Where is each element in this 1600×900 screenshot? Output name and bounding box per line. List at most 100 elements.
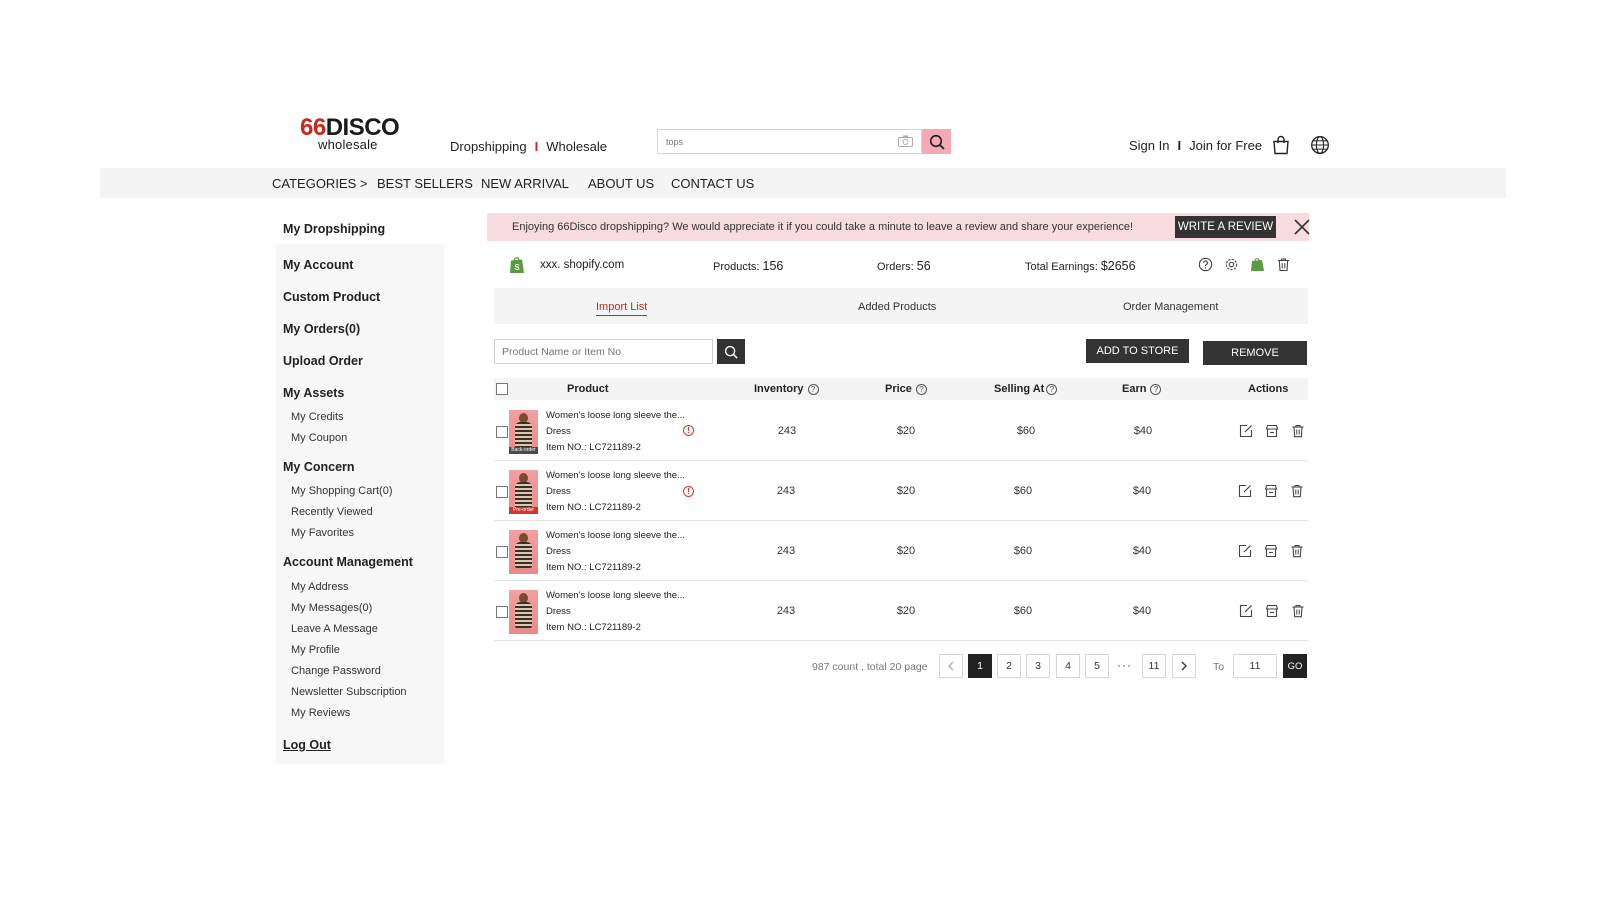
join-link[interactable]: Join for Free <box>1189 138 1262 153</box>
next-page-button[interactable] <box>1172 654 1196 678</box>
product-search-input[interactable] <box>495 340 712 363</box>
sidebar-header: My Dropshipping <box>276 210 444 240</box>
sidebar-my-messages[interactable]: My Messages(0) <box>291 602 372 614</box>
shopify-store-icon[interactable] <box>1250 257 1265 272</box>
trash-icon[interactable] <box>1290 484 1304 498</box>
push-to-store-icon[interactable] <box>1265 604 1279 618</box>
row-checkbox[interactable] <box>496 606 508 618</box>
product-search-button[interactable] <box>717 339 745 364</box>
earn-help-icon[interactable]: ? <box>1150 383 1162 395</box>
camera-icon[interactable] <box>898 135 913 147</box>
nav-contact-us[interactable]: CONTACT US <box>671 177 754 191</box>
product-thumbnail[interactable] <box>509 590 538 634</box>
selling-at-cell: $60 <box>1013 485 1033 497</box>
sign-in-link[interactable]: Sign In <box>1129 138 1169 153</box>
add-to-store-button[interactable]: ADD TO STORE <box>1086 339 1189 363</box>
sidebar-my-reviews[interactable]: My Reviews <box>291 707 350 719</box>
row-checkbox[interactable] <box>496 546 508 558</box>
tab-added-products[interactable]: Added Products <box>858 301 936 313</box>
striped-top <box>515 422 532 448</box>
push-to-store-icon[interactable] <box>1265 424 1279 438</box>
product-type: Dress <box>546 426 571 437</box>
tab-order-management[interactable]: Order Management <box>1123 301 1218 313</box>
product-thumbnail[interactable]: Pre-order <box>509 470 538 514</box>
help-icon[interactable] <box>1198 257 1213 272</box>
product-item-no: Item NO.: LC721189-2 <box>546 622 641 633</box>
goto-page-input[interactable] <box>1233 654 1277 678</box>
sidebar-upload-order[interactable]: Upload Order <box>283 354 363 368</box>
sidebar-log-out[interactable]: Log Out <box>283 738 331 752</box>
price-cell: $20 <box>896 605 916 617</box>
edit-icon[interactable] <box>1239 424 1253 438</box>
sidebar-my-concern[interactable]: My Concern <box>283 460 355 474</box>
selling-at-cell: $60 <box>1016 425 1036 437</box>
wholesale-link[interactable]: Wholesale <box>546 139 607 154</box>
write-review-button[interactable]: WRITE A REVIEW <box>1175 216 1276 238</box>
selling-at-help-icon[interactable]: ? <box>1046 383 1058 395</box>
row-checkbox[interactable] <box>496 426 508 438</box>
site-search-input[interactable] <box>658 130 878 153</box>
product-name[interactable]: Women's loose long sleeve the... <box>546 590 685 601</box>
settings-icon[interactable] <box>1224 257 1239 272</box>
trash-icon[interactable] <box>1276 257 1291 272</box>
edit-icon[interactable] <box>1238 544 1252 558</box>
page-button[interactable]: 4 <box>1056 654 1080 678</box>
sidebar-my-assets[interactable]: My Assets <box>283 386 344 400</box>
sidebar-account-management[interactable]: Account Management <box>283 555 413 569</box>
trash-icon[interactable] <box>1291 604 1305 618</box>
nav-new-arrival[interactable]: NEW ARRIVAL <box>481 177 569 191</box>
select-all-checkbox[interactable] <box>496 383 508 395</box>
edit-icon[interactable] <box>1238 484 1252 498</box>
striped-top <box>515 542 532 568</box>
sidebar-my-dropshipping[interactable]: My Dropshipping <box>283 222 385 236</box>
sidebar-custom-product[interactable]: Custom Product <box>283 290 380 304</box>
site-logo[interactable]: 66DISCO wholesale <box>300 116 406 154</box>
page-button[interactable]: 5 <box>1085 654 1109 678</box>
product-name[interactable]: Women's loose long sleeve the... <box>546 530 685 541</box>
sidebar-leave-message[interactable]: Leave A Message <box>291 623 378 635</box>
close-icon[interactable] <box>1292 217 1312 237</box>
product-name[interactable]: Women's loose long sleeve the... <box>546 470 685 481</box>
sidebar-my-account[interactable]: My Account <box>283 258 353 272</box>
product-name[interactable]: Women's loose long sleeve the... <box>546 410 685 421</box>
sidebar-change-password[interactable]: Change Password <box>291 665 381 677</box>
sidebar-shopping-cart[interactable]: My Shopping Cart(0) <box>291 485 393 497</box>
sidebar-my-favorites[interactable]: My Favorites <box>291 527 354 539</box>
go-button[interactable]: GO <box>1283 654 1307 678</box>
trash-icon[interactable] <box>1291 424 1305 438</box>
sidebar-recently-viewed[interactable]: Recently Viewed <box>291 506 373 518</box>
remove-button[interactable]: REMOVE <box>1203 341 1307 365</box>
sidebar-my-credits[interactable]: My Credits <box>291 411 344 423</box>
inventory-help-icon[interactable]: ? <box>807 383 819 395</box>
sidebar-my-coupon[interactable]: My Coupon <box>291 432 347 444</box>
sidebar-newsletter[interactable]: Newsletter Subscription <box>291 686 407 698</box>
site-search-button[interactable] <box>922 129 951 154</box>
warning-icon[interactable]: ! <box>683 425 694 436</box>
trash-icon[interactable] <box>1290 544 1304 558</box>
nav-categories[interactable]: CATEGORIES > <box>272 177 367 191</box>
tab-import-list[interactable]: Import List <box>596 301 648 316</box>
price-help-icon[interactable]: ? <box>915 383 927 395</box>
sidebar-my-profile[interactable]: My Profile <box>291 644 340 656</box>
page-button[interactable]: 1 <box>968 654 992 678</box>
edit-icon[interactable] <box>1239 604 1253 618</box>
dropshipping-link[interactable]: Dropshipping <box>450 139 527 154</box>
sidebar-my-orders[interactable]: My Orders(0) <box>283 322 360 336</box>
sidebar-my-address[interactable]: My Address <box>291 581 348 593</box>
warning-icon[interactable]: ! <box>683 486 694 497</box>
last-page-button[interactable]: 11 <box>1142 654 1166 678</box>
nav-about-us[interactable]: ABOUT US <box>588 177 654 191</box>
product-thumbnail[interactable]: Back-order <box>509 410 538 454</box>
nav-best-sellers[interactable]: BEST SELLERS <box>377 177 473 191</box>
page-button[interactable]: 2 <box>997 654 1021 678</box>
row-checkbox[interactable] <box>496 486 508 498</box>
logo-subtitle: wholesale <box>318 137 378 152</box>
shopping-bag-icon[interactable] <box>1271 135 1291 155</box>
globe-icon[interactable] <box>1310 135 1330 155</box>
prev-page-button[interactable] <box>939 654 963 678</box>
product-thumbnail[interactable] <box>509 530 538 574</box>
push-to-store-icon[interactable] <box>1264 484 1278 498</box>
page-button[interactable]: 3 <box>1026 654 1050 678</box>
main-nav: CATEGORIES > BEST SELLERS NEW ARRIVAL AB… <box>100 168 1506 198</box>
push-to-store-icon[interactable] <box>1264 544 1278 558</box>
